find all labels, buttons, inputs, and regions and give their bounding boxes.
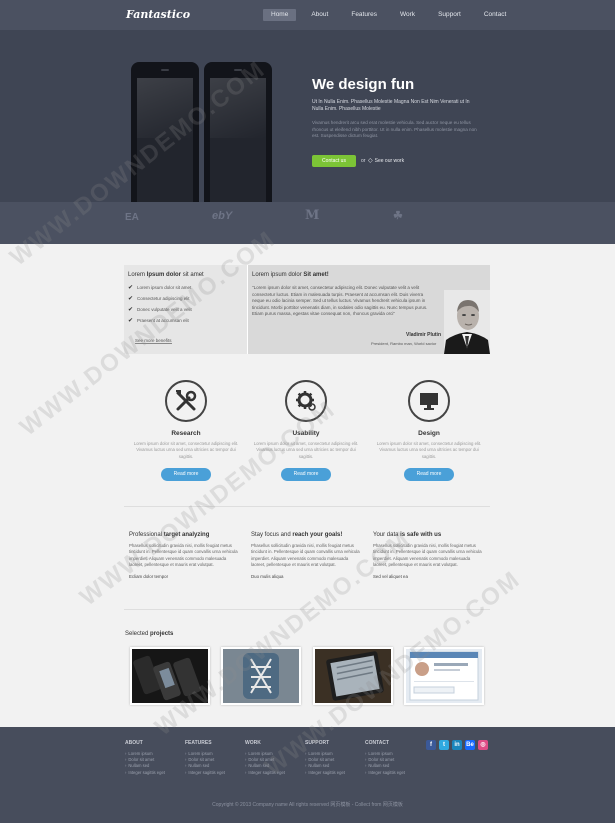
read-more-button[interactable]: Read more bbox=[404, 467, 454, 481]
footer-column: ABOUT Lorem ipsum Dolor sit amet Nullam … bbox=[125, 740, 180, 776]
service-title: Design bbox=[418, 430, 440, 437]
facebook-icon[interactable]: f bbox=[426, 740, 436, 750]
service-usability: Usability Lorem ipsum dolor sit amet, co… bbox=[253, 380, 359, 481]
column-title: Your data is safe with us bbox=[373, 532, 442, 538]
service-research: Research Lorem ipsum dolor sit amet, con… bbox=[133, 380, 239, 481]
footer-heading: ABOUT bbox=[125, 740, 143, 746]
column-title: Professional target analyzing bbox=[129, 532, 210, 538]
social-links: f t in Be ◎ bbox=[426, 740, 491, 750]
phone-front-image bbox=[204, 62, 272, 202]
check-icon: ✔ bbox=[128, 285, 134, 291]
divider bbox=[124, 609, 490, 610]
footer-link[interactable]: Integer sagittis eget bbox=[305, 770, 360, 776]
footer-heading: FEATURES bbox=[185, 740, 212, 746]
info-column: Stay focus and reach your goals! Phasell… bbox=[251, 532, 363, 579]
main-nav: Home About Features Work Support Contact bbox=[263, 9, 521, 21]
hero-section bbox=[0, 30, 615, 202]
copyright-text: Copyright © 2013 Company name All rights… bbox=[212, 802, 403, 808]
nav-contact[interactable]: Contact bbox=[476, 9, 514, 21]
project-thumbnail[interactable] bbox=[404, 647, 484, 705]
check-icon: ✔ bbox=[128, 296, 134, 302]
column-text: Phasellus sollicitudin gravida nisi, mol… bbox=[373, 543, 482, 567]
check-icon: ✔ bbox=[128, 307, 134, 313]
see-our-work-link[interactable]: See our work bbox=[368, 157, 404, 164]
behance-icon[interactable]: Be bbox=[465, 740, 475, 750]
list-item: ✔ Lorem ipsum dolor sit amet bbox=[128, 285, 192, 291]
check-icon: ✔ bbox=[128, 318, 134, 324]
project-thumbnail[interactable] bbox=[221, 647, 301, 705]
footer-link[interactable]: Integer sagittis eget bbox=[365, 770, 420, 776]
footer-column: FEATURES Lorem ipsum Dolor sit amet Null… bbox=[185, 740, 240, 776]
info-column: Professional target analyzing Phasellus … bbox=[129, 532, 241, 579]
testimonial-role: President, Rambo man, World savior bbox=[371, 341, 437, 346]
top-navbar: Fantastico Home About Features Work Supp… bbox=[0, 0, 615, 30]
benefits-list: ✔ Lorem ipsum dolor sit amet ✔ Consectetur… bbox=[128, 285, 192, 329]
list-item: ✔ Praesent at accumsan elit bbox=[128, 318, 189, 324]
benefits-title: Lorem Ipsum dolor sit amet bbox=[128, 272, 204, 278]
project-thumbnail[interactable] bbox=[313, 647, 393, 705]
footer-column: SUPPORT Lorem ipsum Dolor sit amet Nulla… bbox=[305, 740, 360, 776]
contact-us-button[interactable]: Contact us bbox=[312, 155, 356, 167]
nav-features[interactable]: Features bbox=[343, 9, 385, 21]
hero-title: We design fun bbox=[312, 76, 415, 93]
service-text: Lorem ipsum dolor sit amet, consectetur … bbox=[253, 441, 359, 459]
divider bbox=[124, 506, 490, 507]
ea-logo: EA bbox=[125, 212, 139, 223]
column-text: Phasellus sollicitudin gravida nisi, mol… bbox=[251, 543, 360, 567]
service-text: Lorem ipsum dolor sit amet, consectetur … bbox=[133, 441, 239, 459]
footer-link[interactable]: Integer sagittis eget bbox=[245, 770, 300, 776]
mcdonalds-logo: M bbox=[305, 208, 320, 223]
logo[interactable]: Fantastico bbox=[126, 8, 190, 21]
column-text: Phasellus sollicitudin gravida nisi, mol… bbox=[129, 543, 238, 567]
read-more-button[interactable]: Read more bbox=[161, 467, 211, 481]
see-more-benefits-link[interactable]: See more benefits bbox=[135, 338, 172, 344]
projects-title: Selected projects bbox=[125, 631, 174, 637]
project-thumbnail[interactable] bbox=[130, 647, 210, 705]
feature-box: Lorem Ipsum dolor sit amet ✔ Lorem ipsum … bbox=[124, 265, 490, 354]
column-link[interactable]: Duo mulis aliqua bbox=[251, 574, 363, 579]
dribbble-icon[interactable]: ◎ bbox=[478, 740, 488, 750]
footer-link[interactable]: Integer sagittis eget bbox=[125, 770, 180, 776]
nav-about[interactable]: About bbox=[303, 9, 336, 21]
hero-or-label: or bbox=[361, 158, 366, 164]
hero-lead: Ut In Nulla Enim. Phasellus Molestie Mag… bbox=[312, 99, 470, 112]
column-title: Stay focus and reach your goals! bbox=[251, 532, 343, 538]
footer-heading: SUPPORT bbox=[305, 740, 330, 746]
hero-text: Vivamus hendrerit arcu sed erat molestie… bbox=[312, 120, 477, 138]
service-title: Usability bbox=[292, 430, 320, 437]
list-item: ✔ Consectetur adipiscing elit bbox=[128, 296, 190, 302]
service-title: Research bbox=[171, 430, 201, 437]
ebay-logo: ebY bbox=[212, 210, 233, 222]
info-column: Your data is safe with us Phasellus soll… bbox=[373, 532, 485, 579]
footer-column: CONTACT Lorem ipsum Dolor sit amet Nulla… bbox=[365, 740, 420, 776]
twitter-icon[interactable]: t bbox=[439, 740, 449, 750]
testimonial-title: Lorem ipsum dolor Sit amet! bbox=[252, 272, 329, 278]
testimonial-quote: "Lorem ipsum dolor sit amet, consectetur… bbox=[252, 285, 428, 317]
footer-heading: CONTACT bbox=[365, 740, 390, 746]
adidas-logo: ☘ bbox=[393, 210, 403, 222]
nav-work[interactable]: Work bbox=[392, 9, 423, 21]
footer-heading: WORK bbox=[245, 740, 261, 746]
read-more-button[interactable]: Read more bbox=[281, 467, 331, 481]
column-link[interactable]: Ecliam dolor tempor bbox=[129, 574, 241, 579]
gear-icon bbox=[285, 380, 327, 422]
testimonial-portrait bbox=[444, 290, 490, 354]
footer-column: WORK Lorem ipsum Dolor sit amet Nullam s… bbox=[245, 740, 300, 776]
testimonial-author: Vladimir Plutin bbox=[406, 332, 442, 338]
footer-link[interactable]: Integer sagittis eget bbox=[185, 770, 240, 776]
service-design: Design Lorem ipsum dolor sit amet, conse… bbox=[376, 380, 482, 481]
tools-icon bbox=[165, 380, 207, 422]
linkedin-icon[interactable]: in bbox=[452, 740, 462, 750]
nav-home[interactable]: Home bbox=[263, 9, 297, 21]
list-item: ✔ Donec vulputate velit a velit bbox=[128, 307, 192, 313]
nav-support[interactable]: Support bbox=[430, 9, 469, 21]
service-text: Lorem ipsum dolor sit amet, consectetur … bbox=[376, 441, 482, 459]
column-link[interactable]: Sed vel aliquet ea bbox=[373, 574, 485, 579]
phone-back-image bbox=[131, 62, 199, 202]
monitor-icon bbox=[408, 380, 450, 422]
